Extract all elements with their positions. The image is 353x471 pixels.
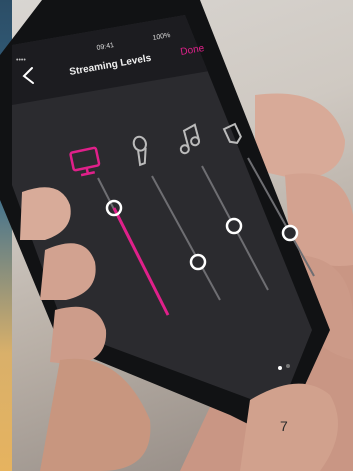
slider-knob[interactable]	[225, 217, 243, 235]
slider-knob[interactable]	[281, 224, 299, 242]
page-dot-active	[278, 366, 282, 370]
page-number: 7	[280, 418, 288, 434]
thumb-left	[40, 358, 151, 471]
status-carrier: ••••	[16, 57, 26, 64]
finger-top-right	[255, 93, 345, 180]
slider-knob[interactable]	[189, 253, 207, 271]
hand-phone-scene: •••• 09:41 100% Streaming Levels Done	[0, 0, 353, 471]
page-dot	[286, 364, 290, 368]
